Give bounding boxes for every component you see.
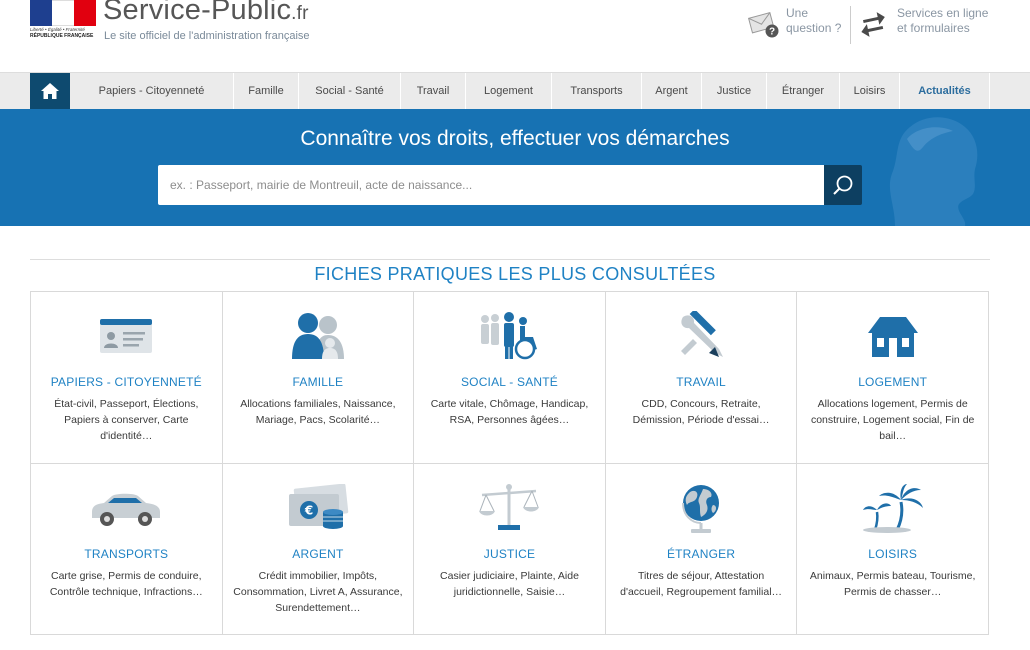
nav-item-loisirs[interactable]: Loisirs: [840, 73, 900, 109]
topic-card-justice[interactable]: JUSTICE Casier judiciaire, Plainte, Aide…: [414, 464, 606, 635]
topic-title: SOCIAL - SANTÉ: [460, 375, 558, 389]
social-icon: [481, 312, 538, 360]
topic-card-logement[interactable]: LOGEMENT Allocations logement, Permis de…: [797, 292, 989, 464]
nav-item-transports[interactable]: Transports: [552, 73, 642, 109]
scales-icon: [479, 484, 540, 530]
topic-description: Allocations logement, Permis de construi…: [810, 398, 975, 442]
nav-item-actualites[interactable]: Actualités: [900, 73, 990, 109]
services-line2: et formulaires: [897, 21, 970, 35]
topic-description: Crédit immobilier, Impôts, Consommation,…: [233, 570, 403, 614]
topic-card-etranger[interactable]: ÉTRANGER Titres de séjour, Attestation d…: [605, 464, 798, 635]
topic-description: CDD, Concours, Retraite, Démission, Péri…: [632, 398, 770, 426]
nav-item-argent[interactable]: Argent: [642, 73, 702, 109]
section-title: FICHES PRATIQUES LES PLUS CONSULTÉES: [314, 264, 716, 284]
family-icon: [291, 313, 344, 359]
money-icon: €: [288, 484, 349, 529]
nav-item-papiers[interactable]: Papiers - Citoyenneté: [70, 73, 234, 109]
nav-item-famille[interactable]: Famille: [234, 73, 299, 109]
site-header: Liberté • Égalité • Fraternité RÉPUBLIQU…: [0, 0, 1030, 72]
topic-description: État-civil, Passeport, Élections, Papier…: [54, 398, 199, 442]
logo-motto: Liberté • Égalité • Fraternité: [30, 27, 85, 32]
topic-description: Titres de séjour, Attestation d'accueil,…: [620, 570, 783, 598]
car-icon: [92, 493, 161, 526]
site-tld: .fr: [291, 3, 309, 24]
palm-trees-icon: [862, 484, 923, 533]
topic-description: Allocations familiales, Naissance, Maria…: [240, 398, 396, 426]
topic-card-social-sante[interactable]: SOCIAL - SANTÉ Carte vitale, Chômage, Ha…: [414, 292, 606, 464]
home-icon: [41, 83, 59, 99]
topic-description: Carte vitale, Chômage, Handicap, RSA, Pe…: [430, 398, 589, 426]
nav-home-button[interactable]: [30, 73, 70, 109]
banner-title: Connaître vos droits, effectuer vos déma…: [300, 127, 730, 150]
topic-card-loisirs[interactable]: LOISIRS Animaux, Permis bateau, Tourisme…: [797, 464, 989, 635]
search-banner: Connaître vos droits, effectuer vos déma…: [0, 109, 1030, 226]
question-mail-icon: ?: [748, 12, 779, 38]
topic-title: ARGENT: [292, 547, 344, 561]
topic-card-travail[interactable]: TRAVAIL CDD, Concours, Retraite, Démissi…: [605, 292, 798, 464]
nav-item-travail[interactable]: Travail: [401, 73, 466, 109]
nav-item-justice[interactable]: Justice: [702, 73, 767, 109]
site-name-link[interactable]: Service-Public.fr: [103, 0, 309, 27]
topic-title: PAPIERS - CITOYENNETÉ: [50, 375, 202, 389]
nav-item-logement[interactable]: Logement: [466, 73, 552, 109]
topic-title: ÉTRANGER: [666, 547, 736, 561]
header-separator: [850, 6, 851, 44]
section-divider: [30, 259, 990, 260]
question-line2: question ?: [786, 21, 842, 35]
republique-francaise-logo[interactable]: Liberté • Égalité • Fraternité RÉPUBLIQU…: [30, 0, 96, 42]
nav-item-social-sante[interactable]: Social - Santé: [299, 73, 401, 109]
search-button[interactable]: [824, 165, 862, 205]
topics-grid: PAPIERS - CITOYENNETÉ État-civil, Passep…: [30, 291, 989, 635]
logo-republique: RÉPUBLIQUE FRANÇAISE: [30, 33, 94, 39]
search-input[interactable]: [158, 165, 824, 205]
topic-title: FAMILLE: [292, 375, 344, 389]
topic-title: TRANSPORTS: [84, 547, 169, 561]
main-nav: Papiers - Citoyenneté Famille Social - S…: [0, 72, 1030, 109]
topic-description: Carte grise, Permis de conduire, Contrôl…: [49, 570, 203, 598]
tools-icon: [681, 311, 724, 357]
site-name: Service-Public: [103, 0, 292, 26]
topic-card-argent[interactable]: € ARGENT Crédit immobilier, Impôts, Cons…: [222, 464, 415, 635]
topic-title: JUSTICE: [483, 547, 536, 561]
id-card-icon: [100, 319, 153, 353]
topic-description: Casier judiciaire, Plainte, Aide juridic…: [440, 570, 579, 598]
house-icon: [867, 317, 918, 357]
nav-item-etranger[interactable]: Étranger: [767, 73, 840, 109]
svg-text:?: ?: [769, 27, 775, 38]
online-services-link[interactable]: Services en ligne et formulaires: [858, 6, 998, 42]
site-subtitle: Le site officiel de l'administration fra…: [104, 30, 310, 42]
topic-card-famille[interactable]: FAMILLE Allocations familiales, Naissanc…: [222, 292, 415, 464]
topic-title: LOGEMENT: [858, 375, 928, 389]
globe-icon: [682, 485, 720, 533]
topic-title: LOISIRS: [868, 547, 918, 561]
topic-card-papiers[interactable]: PAPIERS - CITOYENNETÉ État-civil, Passep…: [31, 292, 223, 464]
question-line1: Une: [786, 6, 809, 20]
svg-text:€: €: [304, 504, 313, 518]
services-line1: Services en ligne: [897, 6, 989, 20]
topic-title: TRAVAIL: [676, 375, 726, 389]
search-icon: [833, 175, 853, 195]
question-link[interactable]: ? Une question ?: [748, 6, 841, 42]
tricolor-flag-icon: [30, 0, 96, 26]
topic-description: Animaux, Permis bateau, Tourisme, Permis…: [809, 570, 976, 598]
exchange-arrows-icon: [861, 12, 885, 37]
topic-card-transports[interactable]: TRANSPORTS Carte grise, Permis de condui…: [31, 464, 223, 635]
